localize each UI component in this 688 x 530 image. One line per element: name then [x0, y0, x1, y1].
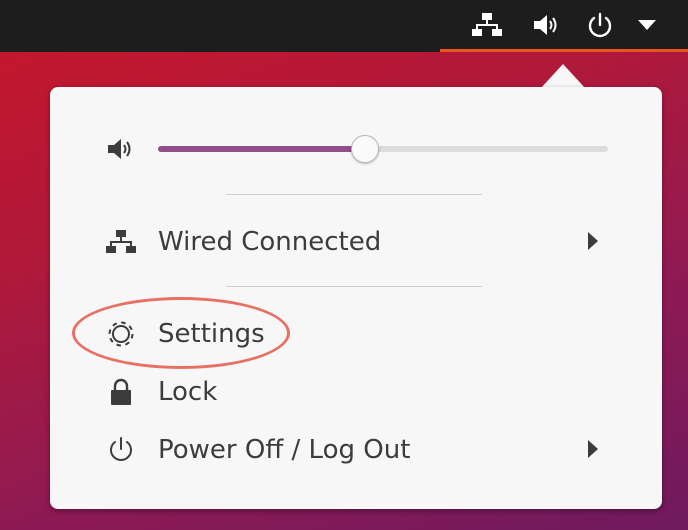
system-menu: Wired Connected Settings Lock Power Off …: [50, 87, 662, 509]
volume-icon: [106, 135, 136, 167]
volume-slider[interactable]: [158, 135, 608, 163]
menu-item-lock[interactable]: Lock: [50, 369, 662, 413]
separator: [226, 286, 482, 287]
menu-item-label: Power Off / Log Out: [158, 435, 411, 465]
menu-item-settings[interactable]: Settings: [50, 311, 662, 355]
power-icon: [106, 436, 136, 464]
menu-item-label: Settings: [158, 319, 265, 349]
separator: [226, 194, 482, 195]
menu-item-power-off-log-out[interactable]: Power Off / Log Out: [50, 427, 662, 471]
menu-item-label: Wired Connected: [158, 227, 382, 257]
volume-slider-fill: [158, 146, 365, 152]
network-wired-icon: [106, 228, 136, 256]
submenu-arrow-icon: [588, 440, 598, 458]
settings-gear-icon: [106, 320, 136, 348]
popover-arrow: [541, 64, 585, 88]
top-bar: [0, 0, 688, 52]
network-wired-icon[interactable]: [472, 12, 502, 38]
system-indicators[interactable]: [440, 0, 688, 52]
volume-icon[interactable]: [532, 12, 562, 38]
volume-slider-handle[interactable]: [351, 135, 379, 163]
active-indicator-underline: [440, 49, 688, 52]
power-icon[interactable]: [586, 12, 614, 40]
volume-slider-row: [50, 129, 662, 169]
menu-item-label: Lock: [158, 377, 218, 407]
lock-icon: [106, 378, 136, 406]
menu-item-wired-connected[interactable]: Wired Connected: [50, 219, 662, 263]
dropdown-arrow-icon[interactable]: [638, 20, 656, 30]
submenu-arrow-icon: [588, 232, 598, 250]
